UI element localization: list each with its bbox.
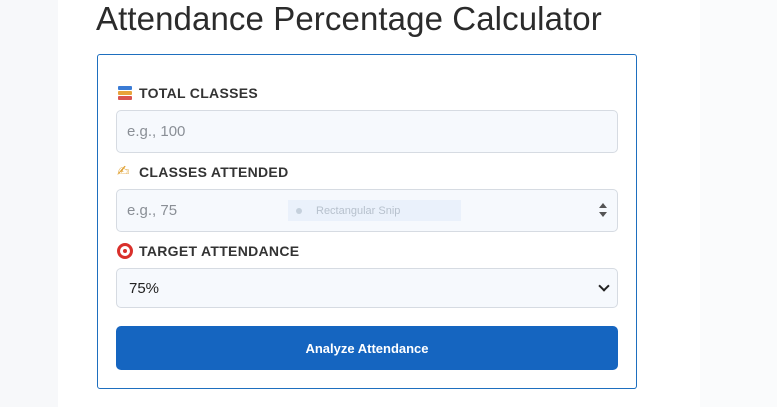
left-gutter <box>0 0 58 407</box>
target-attendance-value: 75% <box>129 279 160 297</box>
calculator-card: TOTAL CLASSES CLASSES ATTENDED Rectangul… <box>97 54 637 389</box>
total-classes-input[interactable] <box>116 110 618 153</box>
writing-hand-icon <box>117 162 133 180</box>
analyze-attendance-button[interactable]: Analyze Attendance <box>116 326 618 370</box>
snip-label: Rectangular Snip <box>316 204 401 217</box>
target-icon <box>117 243 133 259</box>
classes-attended-label-text: CLASSES ATTENDED <box>139 164 289 180</box>
total-classes-label-text: TOTAL CLASSES <box>139 85 259 101</box>
rectangular-snip-overlay: Rectangular Snip <box>288 200 461 221</box>
classes-attended-field: Rectangular Snip <box>116 189 618 232</box>
total-classes-label: TOTAL CLASSES <box>117 85 258 101</box>
target-attendance-select[interactable]: 75% <box>116 268 618 308</box>
snip-dot-icon <box>296 207 302 214</box>
spinner-up-icon[interactable] <box>599 203 607 208</box>
number-spinner[interactable] <box>598 202 608 218</box>
page-title: Attendance Percentage Calculator <box>96 0 602 37</box>
chevron-down-icon[interactable] <box>599 282 609 292</box>
target-attendance-label: TARGET ATTENDANCE <box>117 243 299 259</box>
page: Attendance Percentage Calculator TOTAL C… <box>0 0 777 407</box>
target-attendance-label-text: TARGET ATTENDANCE <box>139 243 300 259</box>
books-icon <box>117 85 133 101</box>
right-gutter <box>700 0 777 407</box>
spinner-down-icon[interactable] <box>599 212 607 217</box>
classes-attended-label: CLASSES ATTENDED <box>117 162 289 180</box>
